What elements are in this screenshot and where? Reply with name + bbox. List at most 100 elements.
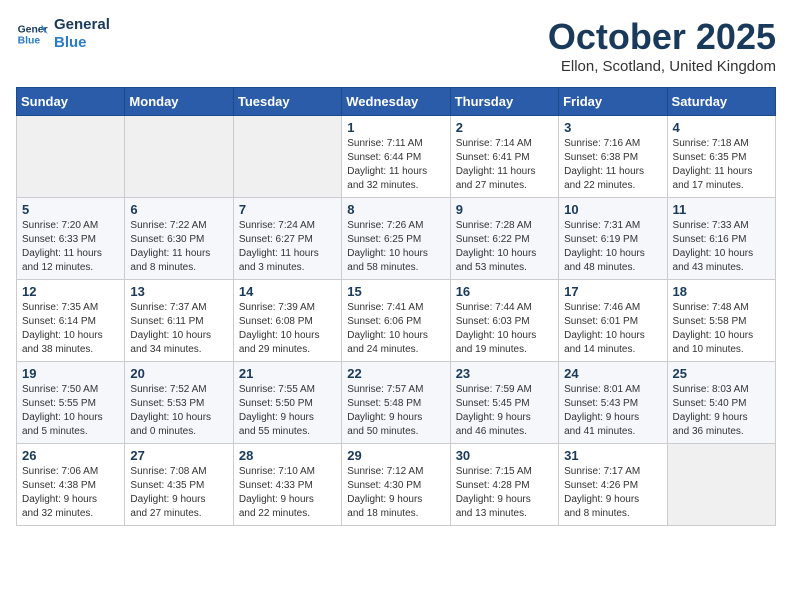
calendar-cell	[233, 116, 341, 198]
calendar-week-row: 1 Sunrise: 7:11 AM Sunset: 6:44 PM Daylig…	[17, 116, 776, 198]
calendar-cell: 15Sunrise: 7:41 AM Sunset: 6:06 PM Dayli…	[342, 280, 450, 362]
calendar-cell: 21Sunrise: 7:55 AM Sunset: 5:50 PM Dayli…	[233, 362, 341, 444]
day-number: 27	[130, 448, 227, 463]
day-info: Sunrise: 7:11 AM Sunset: 6:44 PM Dayligh…	[347, 137, 444, 193]
calendar-cell	[667, 444, 775, 526]
day-info: Sunrise: 7:18 AM Sunset: 6:35 PM Dayligh…	[673, 137, 770, 193]
calendar-cell: 23Sunrise: 7:59 AM Sunset: 5:45 PM Dayli…	[450, 362, 558, 444]
calendar-cell: 18 Sunrise: 7:48 AM Sunset: 5:58 PM Dayli…	[667, 280, 775, 362]
day-number: 7	[239, 202, 336, 217]
day-info: Sunrise: 8:03 AM Sunset: 5:40 PM Dayligh…	[673, 383, 770, 439]
day-info: Sunrise: 7:24 AM Sunset: 6:27 PM Dayligh…	[239, 219, 336, 275]
calendar-cell: 19 Sunrise: 7:50 AM Sunset: 5:55 PM Dayli…	[17, 362, 125, 444]
day-info: Sunrise: 7:50 AM Sunset: 5:55 PM Dayligh…	[22, 383, 119, 439]
day-number: 16	[456, 284, 553, 299]
day-number: 13	[130, 284, 227, 299]
day-info: Sunrise: 7:20 AM Sunset: 6:33 PM Dayligh…	[22, 219, 119, 275]
calendar-cell: 3 Sunrise: 7:16 AM Sunset: 6:38 PM Daylig…	[559, 116, 667, 198]
day-info: Sunrise: 7:06 AM Sunset: 4:38 PM Dayligh…	[22, 465, 119, 521]
weekday-header: Tuesday	[233, 88, 341, 116]
calendar-week-row: 5 Sunrise: 7:20 AM Sunset: 6:33 PM Daylig…	[17, 198, 776, 280]
day-number: 18	[673, 284, 770, 299]
day-info: Sunrise: 7:41 AM Sunset: 6:06 PM Dayligh…	[347, 301, 444, 357]
calendar-cell: 5 Sunrise: 7:20 AM Sunset: 6:33 PM Daylig…	[17, 198, 125, 280]
calendar-cell: 30 Sunrise: 7:15 AM Sunset: 4:28 PM Dayli…	[450, 444, 558, 526]
calendar-cell: 24Sunrise: 8:01 AM Sunset: 5:43 PM Dayli…	[559, 362, 667, 444]
svg-text:Blue: Blue	[18, 36, 41, 47]
calendar-cell	[17, 116, 125, 198]
weekday-header-row: SundayMondayTuesdayWednesdayThursdayFrid…	[17, 88, 776, 116]
day-number: 2	[456, 120, 553, 135]
calendar-cell: 14 Sunrise: 7:39 AM Sunset: 6:08 PM Dayli…	[233, 280, 341, 362]
day-number: 3	[564, 120, 661, 135]
day-number: 5	[22, 202, 119, 217]
day-info: Sunrise: 7:46 AM Sunset: 6:01 PM Dayligh…	[564, 301, 661, 357]
logo-icon: General Blue	[16, 18, 48, 50]
calendar-cell: 7 Sunrise: 7:24 AM Sunset: 6:27 PM Daylig…	[233, 198, 341, 280]
calendar-cell: 29Sunrise: 7:12 AM Sunset: 4:30 PM Dayli…	[342, 444, 450, 526]
day-info: Sunrise: 7:44 AM Sunset: 6:03 PM Dayligh…	[456, 301, 553, 357]
calendar-cell	[125, 116, 233, 198]
calendar-cell: 11 Sunrise: 7:33 AM Sunset: 6:16 PM Dayli…	[667, 198, 775, 280]
logo: General Blue General Blue	[16, 16, 110, 52]
day-info: Sunrise: 7:39 AM Sunset: 6:08 PM Dayligh…	[239, 301, 336, 357]
day-number: 11	[673, 202, 770, 217]
day-info: Sunrise: 7:12 AM Sunset: 4:30 PM Dayligh…	[347, 465, 444, 521]
calendar-cell: 25 Sunrise: 8:03 AM Sunset: 5:40 PM Dayli…	[667, 362, 775, 444]
month-title: October 2025	[548, 16, 776, 58]
calendar-cell: 22 Sunrise: 7:57 AM Sunset: 5:48 PM Dayli…	[342, 362, 450, 444]
calendar-cell: 8Sunrise: 7:26 AM Sunset: 6:25 PM Daylig…	[342, 198, 450, 280]
day-info: Sunrise: 7:35 AM Sunset: 6:14 PM Dayligh…	[22, 301, 119, 357]
day-number: 1	[347, 120, 444, 135]
logo-general: General	[54, 16, 110, 34]
day-info: Sunrise: 7:08 AM Sunset: 4:35 PM Dayligh…	[130, 465, 227, 521]
day-number: 4	[673, 120, 770, 135]
day-number: 23	[456, 366, 553, 381]
day-info: Sunrise: 8:01 AM Sunset: 5:43 PM Dayligh…	[564, 383, 661, 439]
calendar-cell: 13 Sunrise: 7:37 AM Sunset: 6:11 PM Dayli…	[125, 280, 233, 362]
day-info: Sunrise: 7:26 AM Sunset: 6:25 PM Dayligh…	[347, 219, 444, 275]
day-info: Sunrise: 7:33 AM Sunset: 6:16 PM Dayligh…	[673, 219, 770, 275]
calendar-cell: 27 Sunrise: 7:08 AM Sunset: 4:35 PM Dayli…	[125, 444, 233, 526]
calendar-week-row: 26 Sunrise: 7:06 AM Sunset: 4:38 PM Dayli…	[17, 444, 776, 526]
day-info: Sunrise: 7:52 AM Sunset: 5:53 PM Dayligh…	[130, 383, 227, 439]
day-info: Sunrise: 7:15 AM Sunset: 4:28 PM Dayligh…	[456, 465, 553, 521]
day-info: Sunrise: 7:31 AM Sunset: 6:19 PM Dayligh…	[564, 219, 661, 275]
day-number: 25	[673, 366, 770, 381]
calendar-week-row: 19 Sunrise: 7:50 AM Sunset: 5:55 PM Dayli…	[17, 362, 776, 444]
day-number: 12	[22, 284, 119, 299]
weekday-header: Friday	[559, 88, 667, 116]
day-info: Sunrise: 7:22 AM Sunset: 6:30 PM Dayligh…	[130, 219, 227, 275]
calendar-cell: 12 Sunrise: 7:35 AM Sunset: 6:14 PM Dayli…	[17, 280, 125, 362]
day-number: 31	[564, 448, 661, 463]
calendar-cell: 1 Sunrise: 7:11 AM Sunset: 6:44 PM Daylig…	[342, 116, 450, 198]
day-info: Sunrise: 7:37 AM Sunset: 6:11 PM Dayligh…	[130, 301, 227, 357]
calendar-cell: 10 Sunrise: 7:31 AM Sunset: 6:19 PM Dayli…	[559, 198, 667, 280]
day-info: Sunrise: 7:57 AM Sunset: 5:48 PM Dayligh…	[347, 383, 444, 439]
day-info: Sunrise: 7:28 AM Sunset: 6:22 PM Dayligh…	[456, 219, 553, 275]
day-number: 14	[239, 284, 336, 299]
calendar-week-row: 12 Sunrise: 7:35 AM Sunset: 6:14 PM Dayli…	[17, 280, 776, 362]
day-number: 28	[239, 448, 336, 463]
day-info: Sunrise: 7:17 AM Sunset: 4:26 PM Dayligh…	[564, 465, 661, 521]
day-number: 19	[22, 366, 119, 381]
weekday-header: Saturday	[667, 88, 775, 116]
day-info: Sunrise: 7:16 AM Sunset: 6:38 PM Dayligh…	[564, 137, 661, 193]
day-info: Sunrise: 7:14 AM Sunset: 6:41 PM Dayligh…	[456, 137, 553, 193]
day-number: 26	[22, 448, 119, 463]
calendar-cell: 16 Sunrise: 7:44 AM Sunset: 6:03 PM Dayli…	[450, 280, 558, 362]
day-number: 22	[347, 366, 444, 381]
calendar-cell: 6Sunrise: 7:22 AM Sunset: 6:30 PM Daylig…	[125, 198, 233, 280]
weekday-header: Sunday	[17, 88, 125, 116]
day-number: 10	[564, 202, 661, 217]
day-info: Sunrise: 7:48 AM Sunset: 5:58 PM Dayligh…	[673, 301, 770, 357]
calendar-cell: 20Sunrise: 7:52 AM Sunset: 5:53 PM Dayli…	[125, 362, 233, 444]
calendar-cell: 28Sunrise: 7:10 AM Sunset: 4:33 PM Dayli…	[233, 444, 341, 526]
calendar-cell: 17Sunrise: 7:46 AM Sunset: 6:01 PM Dayli…	[559, 280, 667, 362]
logo-blue: Blue	[54, 34, 110, 52]
day-number: 9	[456, 202, 553, 217]
day-number: 30	[456, 448, 553, 463]
calendar-cell: 4 Sunrise: 7:18 AM Sunset: 6:35 PM Daylig…	[667, 116, 775, 198]
weekday-header: Thursday	[450, 88, 558, 116]
location: Ellon, Scotland, United Kingdom	[548, 58, 776, 75]
